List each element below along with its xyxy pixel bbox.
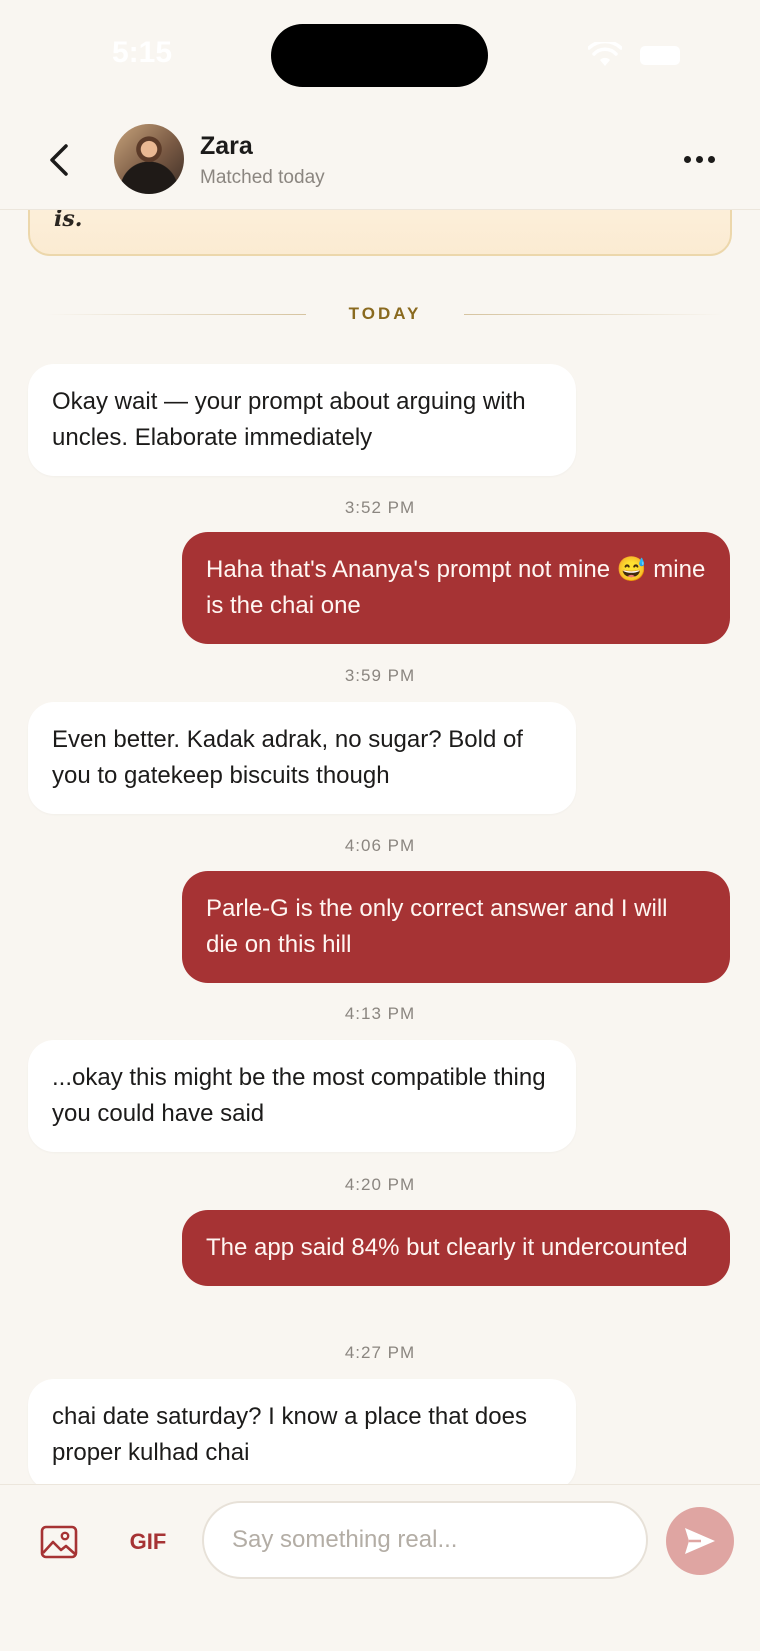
message-incoming[interactable]: Okay wait — your prompt about arguing wi… <box>28 364 576 476</box>
divider-line <box>464 314 724 315</box>
match-status: Matched today <box>200 167 325 188</box>
status-bar: 5:15 <box>0 0 760 100</box>
message-outgoing[interactable]: The app said 84% but clearly it undercou… <box>182 1210 730 1286</box>
message-composer: GIF <box>0 1484 760 1651</box>
message-input[interactable] <box>202 1501 648 1579</box>
date-divider: TODAY <box>46 304 724 338</box>
message-timestamp: 4:06 PM <box>344 836 416 855</box>
dynamic-island <box>271 24 488 87</box>
message-timestamp: 4:20 PM <box>344 1175 416 1194</box>
message-incoming[interactable]: ...okay this might be the most compatibl… <box>28 1040 576 1152</box>
chat-header: Zara Matched today <box>0 110 760 210</box>
message-timestamp: 3:59 PM <box>344 666 416 685</box>
message-incoming[interactable]: chai date saturday? I know a place that … <box>28 1379 576 1491</box>
chevron-left-icon[interactable] <box>44 140 74 180</box>
battery-icon <box>640 46 680 65</box>
contact-name[interactable]: Zara <box>200 132 253 161</box>
status-time: 5:15 <box>112 36 173 69</box>
send-button[interactable] <box>666 1507 734 1575</box>
message-timestamp: 4:13 PM <box>344 1004 416 1023</box>
image-icon[interactable] <box>40 1525 78 1559</box>
avatar[interactable] <box>114 124 184 194</box>
message-timestamp: 4:27 PM <box>344 1343 416 1362</box>
wifi-icon <box>588 42 622 66</box>
message-incoming[interactable]: Even better. Kadak adrak, no sugar? Bold… <box>28 702 576 814</box>
gif-button[interactable]: GIF <box>118 1525 178 1559</box>
ellipsis-icon[interactable] <box>684 152 716 166</box>
send-icon <box>685 1528 715 1554</box>
message-timestamp: 3:52 PM <box>344 498 416 517</box>
message-outgoing[interactable]: Parle-G is the only correct answer and I… <box>182 871 730 983</box>
message-outgoing[interactable]: Haha that's Ananya's prompt not mine 😅 m… <box>182 532 730 644</box>
